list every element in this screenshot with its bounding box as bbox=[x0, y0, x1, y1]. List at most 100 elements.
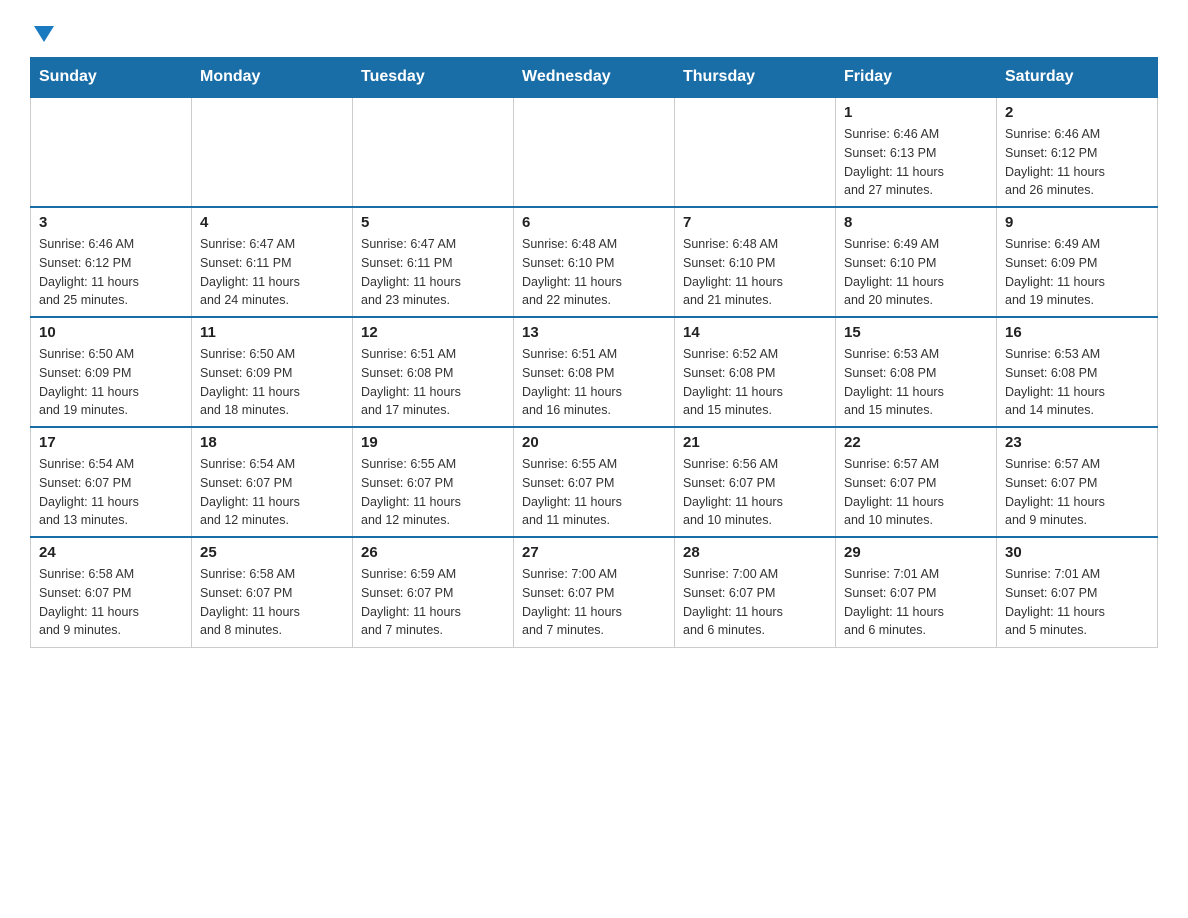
col-wednesday: Wednesday bbox=[514, 58, 675, 98]
day-number: 5 bbox=[361, 214, 505, 231]
table-row bbox=[675, 97, 836, 207]
table-row: 5 Sunrise: 6:47 AM Sunset: 6:11 PM Daylig… bbox=[353, 207, 514, 317]
table-row: 26Sunrise: 6:59 AM Sunset: 6:07 PM Dayli… bbox=[353, 537, 514, 647]
table-row: 30 Sunrise: 7:01 AM Sunset: 6:07 PM Dayli… bbox=[997, 537, 1158, 647]
day-info: Sunrise: 6:46 AM Sunset: 6:12 PM Dayligh… bbox=[39, 237, 139, 307]
calendar-week-row: 3 Sunrise: 6:46 AM Sunset: 6:12 PM Daylig… bbox=[31, 207, 1158, 317]
day-info: Sunrise: 6:54 AM Sunset: 6:07 PM Dayligh… bbox=[200, 457, 300, 527]
day-info: Sunrise: 6:51 AM Sunset: 6:08 PM Dayligh… bbox=[522, 347, 622, 417]
table-row: 28 Sunrise: 7:00 AM Sunset: 6:07 PM Dayli… bbox=[675, 537, 836, 647]
day-number: 23 bbox=[1005, 434, 1149, 451]
day-info: Sunrise: 6:50 AM Sunset: 6:09 PM Dayligh… bbox=[200, 347, 300, 417]
day-number: 1 bbox=[844, 104, 988, 121]
day-number: 11 bbox=[200, 324, 344, 341]
table-row bbox=[192, 97, 353, 207]
table-row: 13 Sunrise: 6:51 AM Sunset: 6:08 PM Dayli… bbox=[514, 317, 675, 427]
day-number: 21 bbox=[683, 434, 827, 451]
day-number: 10 bbox=[39, 324, 183, 341]
day-number: 19 bbox=[361, 434, 505, 451]
day-number: 3 bbox=[39, 214, 183, 231]
table-row: 9Sunrise: 6:49 AM Sunset: 6:09 PM Daylig… bbox=[997, 207, 1158, 317]
day-number: 26 bbox=[361, 544, 505, 561]
table-row: 17 Sunrise: 6:54 AM Sunset: 6:07 PM Dayli… bbox=[31, 427, 192, 537]
table-row: 14Sunrise: 6:52 AM Sunset: 6:08 PM Dayli… bbox=[675, 317, 836, 427]
day-number: 2 bbox=[1005, 104, 1149, 121]
day-number: 9 bbox=[1005, 214, 1149, 231]
table-row: 24 Sunrise: 6:58 AM Sunset: 6:07 PM Dayli… bbox=[31, 537, 192, 647]
day-info: Sunrise: 6:48 AM Sunset: 6:10 PM Dayligh… bbox=[522, 237, 622, 307]
logo bbox=[30, 20, 54, 43]
day-number: 24 bbox=[39, 544, 183, 561]
day-number: 30 bbox=[1005, 544, 1149, 561]
table-row: 10 Sunrise: 6:50 AM Sunset: 6:09 PM Dayli… bbox=[31, 317, 192, 427]
table-row bbox=[514, 97, 675, 207]
day-number: 12 bbox=[361, 324, 505, 341]
day-info: Sunrise: 6:58 AM Sunset: 6:07 PM Dayligh… bbox=[200, 567, 300, 637]
day-info: Sunrise: 6:57 AM Sunset: 6:07 PM Dayligh… bbox=[1005, 457, 1105, 527]
day-info: Sunrise: 6:51 AM Sunset: 6:08 PM Dayligh… bbox=[361, 347, 461, 417]
day-info: Sunrise: 7:01 AM Sunset: 6:07 PM Dayligh… bbox=[1005, 567, 1105, 637]
day-number: 14 bbox=[683, 324, 827, 341]
table-row: 12 Sunrise: 6:51 AM Sunset: 6:08 PM Dayli… bbox=[353, 317, 514, 427]
table-row: 27 Sunrise: 7:00 AM Sunset: 6:07 PM Dayli… bbox=[514, 537, 675, 647]
table-row: 3 Sunrise: 6:46 AM Sunset: 6:12 PM Daylig… bbox=[31, 207, 192, 317]
day-info: Sunrise: 7:01 AM Sunset: 6:07 PM Dayligh… bbox=[844, 567, 944, 637]
day-number: 22 bbox=[844, 434, 988, 451]
table-row: 6 Sunrise: 6:48 AM Sunset: 6:10 PM Daylig… bbox=[514, 207, 675, 317]
table-row: 21 Sunrise: 6:56 AM Sunset: 6:07 PM Dayli… bbox=[675, 427, 836, 537]
day-info: Sunrise: 6:48 AM Sunset: 6:10 PM Dayligh… bbox=[683, 237, 783, 307]
day-info: Sunrise: 6:49 AM Sunset: 6:10 PM Dayligh… bbox=[844, 237, 944, 307]
page-header bbox=[30, 20, 1158, 43]
day-info: Sunrise: 6:56 AM Sunset: 6:07 PM Dayligh… bbox=[683, 457, 783, 527]
day-info: Sunrise: 6:46 AM Sunset: 6:12 PM Dayligh… bbox=[1005, 127, 1105, 197]
calendar-header-row: Sunday Monday Tuesday Wednesday Thursday… bbox=[31, 58, 1158, 98]
day-info: Sunrise: 6:47 AM Sunset: 6:11 PM Dayligh… bbox=[200, 237, 300, 307]
table-row: 23 Sunrise: 6:57 AM Sunset: 6:07 PM Dayli… bbox=[997, 427, 1158, 537]
day-info: Sunrise: 7:00 AM Sunset: 6:07 PM Dayligh… bbox=[683, 567, 783, 637]
col-friday: Friday bbox=[836, 58, 997, 98]
day-number: 18 bbox=[200, 434, 344, 451]
day-info: Sunrise: 6:46 AM Sunset: 6:13 PM Dayligh… bbox=[844, 127, 944, 197]
day-info: Sunrise: 6:50 AM Sunset: 6:09 PM Dayligh… bbox=[39, 347, 139, 417]
day-info: Sunrise: 6:54 AM Sunset: 6:07 PM Dayligh… bbox=[39, 457, 139, 527]
day-number: 8 bbox=[844, 214, 988, 231]
table-row: 22 Sunrise: 6:57 AM Sunset: 6:07 PM Dayli… bbox=[836, 427, 997, 537]
day-info: Sunrise: 6:57 AM Sunset: 6:07 PM Dayligh… bbox=[844, 457, 944, 527]
calendar-table: Sunday Monday Tuesday Wednesday Thursday… bbox=[30, 57, 1158, 648]
table-row: 19 Sunrise: 6:55 AM Sunset: 6:07 PM Dayli… bbox=[353, 427, 514, 537]
table-row: 8 Sunrise: 6:49 AM Sunset: 6:10 PM Daylig… bbox=[836, 207, 997, 317]
day-number: 16 bbox=[1005, 324, 1149, 341]
day-number: 6 bbox=[522, 214, 666, 231]
calendar-week-row: 17 Sunrise: 6:54 AM Sunset: 6:07 PM Dayli… bbox=[31, 427, 1158, 537]
day-number: 28 bbox=[683, 544, 827, 561]
table-row: 15 Sunrise: 6:53 AM Sunset: 6:08 PM Dayli… bbox=[836, 317, 997, 427]
table-row: 1 Sunrise: 6:46 AM Sunset: 6:13 PM Daylig… bbox=[836, 97, 997, 207]
col-saturday: Saturday bbox=[997, 58, 1158, 98]
day-info: Sunrise: 6:53 AM Sunset: 6:08 PM Dayligh… bbox=[1005, 347, 1105, 417]
table-row bbox=[353, 97, 514, 207]
day-number: 17 bbox=[39, 434, 183, 451]
day-number: 7 bbox=[683, 214, 827, 231]
day-info: Sunrise: 6:58 AM Sunset: 6:07 PM Dayligh… bbox=[39, 567, 139, 637]
table-row: 2 Sunrise: 6:46 AM Sunset: 6:12 PM Daylig… bbox=[997, 97, 1158, 207]
day-info: Sunrise: 6:55 AM Sunset: 6:07 PM Dayligh… bbox=[522, 457, 622, 527]
day-info: Sunrise: 6:53 AM Sunset: 6:08 PM Dayligh… bbox=[844, 347, 944, 417]
day-info: Sunrise: 7:00 AM Sunset: 6:07 PM Dayligh… bbox=[522, 567, 622, 637]
table-row: 20Sunrise: 6:55 AM Sunset: 6:07 PM Dayli… bbox=[514, 427, 675, 537]
day-number: 13 bbox=[522, 324, 666, 341]
table-row bbox=[31, 97, 192, 207]
day-number: 4 bbox=[200, 214, 344, 231]
col-tuesday: Tuesday bbox=[353, 58, 514, 98]
day-number: 29 bbox=[844, 544, 988, 561]
table-row: 29 Sunrise: 7:01 AM Sunset: 6:07 PM Dayli… bbox=[836, 537, 997, 647]
col-monday: Monday bbox=[192, 58, 353, 98]
day-number: 15 bbox=[844, 324, 988, 341]
day-number: 27 bbox=[522, 544, 666, 561]
table-row: 7 Sunrise: 6:48 AM Sunset: 6:10 PM Daylig… bbox=[675, 207, 836, 317]
calendar-week-row: 1 Sunrise: 6:46 AM Sunset: 6:13 PM Daylig… bbox=[31, 97, 1158, 207]
calendar-week-row: 10 Sunrise: 6:50 AM Sunset: 6:09 PM Dayli… bbox=[31, 317, 1158, 427]
day-info: Sunrise: 6:47 AM Sunset: 6:11 PM Dayligh… bbox=[361, 237, 461, 307]
day-number: 25 bbox=[200, 544, 344, 561]
table-row: 18 Sunrise: 6:54 AM Sunset: 6:07 PM Dayli… bbox=[192, 427, 353, 537]
day-info: Sunrise: 6:55 AM Sunset: 6:07 PM Dayligh… bbox=[361, 457, 461, 527]
